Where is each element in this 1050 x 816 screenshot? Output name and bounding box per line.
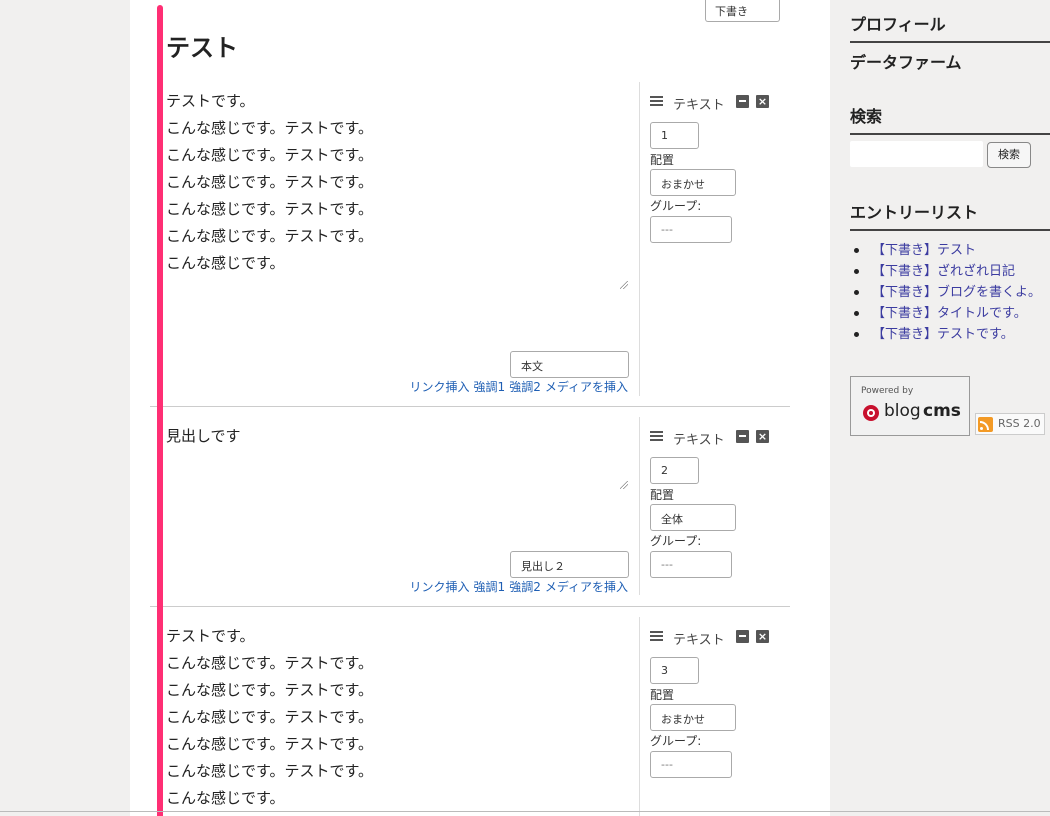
unit-separator	[150, 406, 790, 407]
align-label: 配置	[650, 488, 675, 502]
unit-3-textarea[interactable]: テストです。 こんな感じです。テストです。 こんな感じです。テストです。 こんな…	[166, 623, 628, 812]
rss-badge[interactable]: RSS 2.0	[975, 413, 1045, 435]
edit-mode-bar	[157, 5, 163, 816]
emphasis2-button[interactable]: 強調2	[509, 580, 541, 594]
divider	[639, 417, 640, 595]
entry-list: 【下書き】テスト 【下書き】ざれざれ日記 【下書き】ブログを書くよ。 【下書き】…	[854, 240, 1041, 345]
resize-grip-icon[interactable]	[620, 481, 628, 489]
data-farm-title[interactable]: データファーム	[850, 49, 1050, 79]
media-insert-button[interactable]: メディアを挿入	[545, 380, 628, 394]
close-icon[interactable]: ×	[756, 430, 769, 443]
format-toolbar: リンク挿入 強調1 強調2 メディアを挿入	[406, 378, 628, 395]
order-input[interactable]: 3	[650, 657, 699, 684]
group-label: グループ:	[650, 734, 702, 748]
link-insert-button[interactable]: リンク挿入	[410, 380, 470, 394]
search-input[interactable]	[850, 141, 983, 167]
align-select[interactable]: おまかせ	[650, 704, 736, 731]
unit-type-select[interactable]: 見出し２	[510, 551, 629, 578]
unit-separator	[150, 606, 790, 607]
unit-2: 見出しです 見出し２ リンク挿入 強調1 強調2 メディアを挿入 テキスト × 2 配…	[150, 417, 790, 595]
unit-type-select[interactable]: 本文	[510, 351, 629, 378]
group-select[interactable]: ---	[650, 751, 732, 778]
logo-cms-text: cms	[923, 401, 961, 421]
align-label: 配置	[650, 153, 675, 167]
rss-icon	[978, 417, 993, 432]
minimize-icon[interactable]	[736, 630, 749, 643]
entry-title: テスト	[166, 34, 238, 62]
minimize-icon[interactable]	[736, 95, 749, 108]
search-title: 検索	[850, 103, 1050, 135]
unit-1-textarea[interactable]: テストです。 こんな感じです。テストです。 こんな感じです。テストです。 こんな…	[166, 88, 628, 277]
align-label: 配置	[650, 688, 675, 702]
align-select[interactable]: おまかせ	[650, 169, 736, 196]
emphasis1-button[interactable]: 強調1	[474, 580, 506, 594]
logo-blog-text: blog	[884, 401, 921, 421]
close-icon[interactable]: ×	[756, 95, 769, 108]
drag-handle-icon[interactable]	[650, 431, 663, 441]
unit-kind-label: テキスト	[673, 633, 725, 648]
drag-handle-icon[interactable]	[650, 96, 663, 106]
unit-3: テストです。 こんな感じです。テストです。 こんな感じです。テストです。 こんな…	[150, 617, 790, 816]
unit-kind-label: テキスト	[673, 98, 725, 113]
entry-link[interactable]: 【下書き】タイトルです。	[854, 303, 1041, 324]
group-select[interactable]: ---	[650, 551, 732, 578]
emphasis2-button[interactable]: 強調2	[509, 380, 541, 394]
entry-link[interactable]: 【下書き】テスト	[854, 240, 1041, 261]
order-input[interactable]: 1	[650, 122, 699, 149]
entry-link[interactable]: 【下書き】テストです。	[854, 324, 1041, 345]
group-label: グループ:	[650, 534, 702, 548]
group-select[interactable]: ---	[650, 216, 732, 243]
group-label: グループ:	[650, 199, 702, 213]
powered-by-text: Powered by	[861, 386, 914, 396]
drag-handle-icon[interactable]	[650, 631, 663, 641]
divider	[639, 617, 640, 816]
link-insert-button[interactable]: リンク挿入	[410, 580, 470, 594]
align-select[interactable]: 全体	[650, 504, 736, 531]
media-insert-button[interactable]: メディアを挿入	[545, 580, 628, 594]
bottom-border	[0, 811, 1050, 812]
acms-logo-icon	[863, 405, 879, 421]
powered-by-badge[interactable]: Powered by blog cms	[850, 376, 970, 436]
unit-1: テストです。 こんな感じです。テストです。 こんな感じです。テストです。 こんな…	[150, 82, 790, 396]
unit-kind-label: テキスト	[673, 433, 725, 448]
unit-2-textarea[interactable]: 見出しです	[166, 423, 628, 450]
close-icon[interactable]: ×	[756, 630, 769, 643]
search-button[interactable]: 検索	[987, 142, 1031, 168]
profile-title[interactable]: プロフィール	[850, 11, 1050, 43]
emphasis1-button[interactable]: 強調1	[474, 380, 506, 394]
minimize-icon[interactable]	[736, 430, 749, 443]
entry-list-title: エントリーリスト	[850, 199, 1050, 231]
entry-link[interactable]: 【下書き】ざれざれ日記	[854, 261, 1041, 282]
entry-link[interactable]: 【下書き】ブログを書くよ。	[854, 282, 1041, 303]
resize-grip-icon[interactable]	[620, 281, 628, 289]
status-select[interactable]: 下書き	[705, 0, 780, 22]
divider	[639, 82, 640, 396]
format-toolbar: リンク挿入 強調1 強調2 メディアを挿入	[406, 578, 628, 595]
order-input[interactable]: 2	[650, 457, 699, 484]
rss-label: RSS 2.0	[998, 417, 1041, 430]
